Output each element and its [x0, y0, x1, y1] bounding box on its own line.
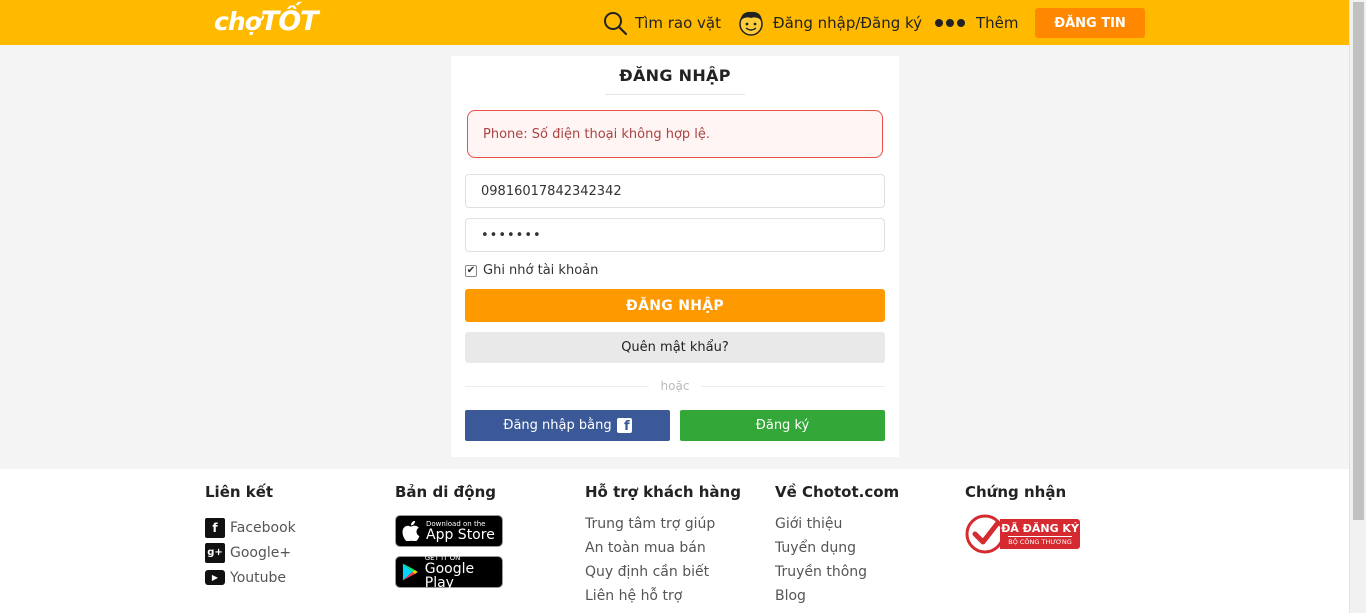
logo-text-left: chợ — [214, 7, 262, 36]
footer-help-column: Hỗ trợ khách hàng Trung tâm trợ giúp An … — [585, 483, 741, 611]
cert-badge-main: ĐÃ ĐĂNG KÝ — [1001, 521, 1079, 535]
apple-icon — [402, 521, 420, 541]
nav-more-link[interactable]: Thêm — [934, 9, 1019, 37]
register-button[interactable]: Đăng ký — [680, 410, 885, 441]
footer-about-link[interactable]: Giới thiệu — [775, 515, 899, 539]
google-play-big-text: Google Play — [424, 560, 475, 591]
google-plus-icon: g+ — [205, 542, 225, 563]
nav-login-label: Đăng nhập/Đăng ký — [773, 14, 923, 32]
or-divider-right — [701, 386, 885, 387]
forgot-password-button[interactable]: Quên mật khẩu? — [465, 332, 885, 363]
facebook-login-label: Đăng nhập bằng — [503, 418, 612, 433]
facebook-login-button[interactable]: Đăng nhập bằng f — [465, 410, 670, 441]
password-input[interactable] — [465, 218, 885, 252]
phone-input[interactable] — [465, 174, 885, 208]
footer-help-link[interactable]: Quy định cần biết — [585, 563, 741, 587]
footer-about-column: Về Chotot.com Giới thiệu Tuyển dụng Truy… — [775, 483, 899, 611]
footer-links-column: Liên kết f Facebook g+ Google+ ▶ Youtube — [205, 483, 296, 590]
cert-badge-sub: BỘ CÔNG THƯƠNG — [1008, 535, 1072, 546]
login-card: ĐĂNG NHẬP Phone: Số điện thoại không hợp… — [451, 56, 899, 457]
footer-about-link[interactable]: Blog — [775, 587, 899, 611]
or-divider-left — [465, 386, 649, 387]
remember-account[interactable]: ✔ Ghi nhớ tài khoản — [465, 263, 598, 278]
footer-app-column: Bản di động Download on the App Store GE… — [395, 483, 503, 597]
footer-link-googleplus[interactable]: g+ Google+ — [205, 540, 296, 565]
footer-link-label: Facebook — [230, 519, 296, 536]
footer-link-label: Google+ — [230, 544, 292, 561]
more-dots-icon — [935, 19, 965, 27]
footer-help-link[interactable]: Trung tâm trợ giúp — [585, 515, 741, 539]
cert-badge-text: ĐÃ ĐĂNG KÝ BỘ CÔNG THƯƠNG — [1000, 518, 1080, 549]
login-title: ĐĂNG NHẬP — [619, 66, 731, 85]
footer-link-youtube[interactable]: ▶ Youtube — [205, 565, 296, 590]
facebook-icon: f — [616, 418, 632, 433]
title-divider — [605, 94, 745, 95]
app-store-badge[interactable]: Download on the App Store — [395, 515, 503, 547]
logo-text-right: TỐT — [260, 6, 319, 37]
remember-checkbox[interactable]: ✔ — [465, 264, 477, 277]
footer-cert-column: Chứng nhận ĐÃ ĐĂNG KÝ BỘ CÔNG THƯƠNG — [965, 483, 1088, 553]
footer-about-link[interactable]: Truyền thông — [775, 563, 899, 587]
footer-app-title: Bản di động — [395, 483, 497, 501]
google-play-badge[interactable]: GET IT ON Google Play — [395, 554, 503, 591]
ministry-registration-badge[interactable]: ĐÃ ĐĂNG KÝ BỘ CÔNG THƯƠNG — [965, 514, 1088, 553]
footer-help-title: Hỗ trợ khách hàng — [585, 483, 741, 501]
scrollbar-thumb[interactable] — [1353, 2, 1364, 520]
nav-search-link[interactable]: Tìm rao vặt — [603, 9, 721, 37]
app-store-big-text: App Store — [426, 526, 495, 543]
or-label: hoặc — [660, 379, 690, 393]
footer-link-facebook[interactable]: f Facebook — [205, 515, 296, 540]
nav-more-label: Thêm — [976, 14, 1019, 32]
footer-about-title: Về Chotot.com — [775, 483, 900, 501]
nav-search-label: Tìm rao vặt — [635, 14, 721, 32]
chotot-logo[interactable]: chợTỐT — [214, 6, 319, 37]
footer-help-link[interactable]: Liên hệ hỗ trợ — [585, 587, 741, 611]
footer-links-title: Liên kết — [205, 483, 274, 501]
search-icon — [604, 12, 627, 35]
user-avatar-icon — [739, 11, 763, 36]
google-play-icon — [402, 563, 418, 581]
nav-login-link[interactable]: Đăng nhập/Đăng ký — [737, 9, 922, 37]
footer-link-label: Youtube — [230, 569, 286, 586]
error-message: Phone: Số điện thoại không hợp lệ. — [467, 110, 883, 158]
registered-check-icon — [965, 514, 1005, 553]
login-submit-button[interactable]: ĐĂNG NHẬP — [465, 289, 885, 322]
footer-cert-title: Chứng nhận — [965, 483, 1067, 501]
site-footer: Liên kết f Facebook g+ Google+ ▶ Youtube… — [0, 469, 1349, 613]
footer-help-link[interactable]: An toàn mua bán — [585, 539, 741, 563]
remember-label: Ghi nhớ tài khoản — [483, 263, 599, 278]
youtube-icon: ▶ — [205, 570, 225, 585]
post-ad-button[interactable]: ĐĂNG TIN — [1035, 8, 1145, 38]
top-header: chợTỐT Tìm rao vặt Đăng nhập/Đăng ký Thê… — [0, 0, 1349, 45]
footer-about-link[interactable]: Tuyển dụng — [775, 539, 899, 563]
facebook-icon: f — [205, 517, 225, 538]
page-scrollbar[interactable] — [1349, 0, 1366, 613]
